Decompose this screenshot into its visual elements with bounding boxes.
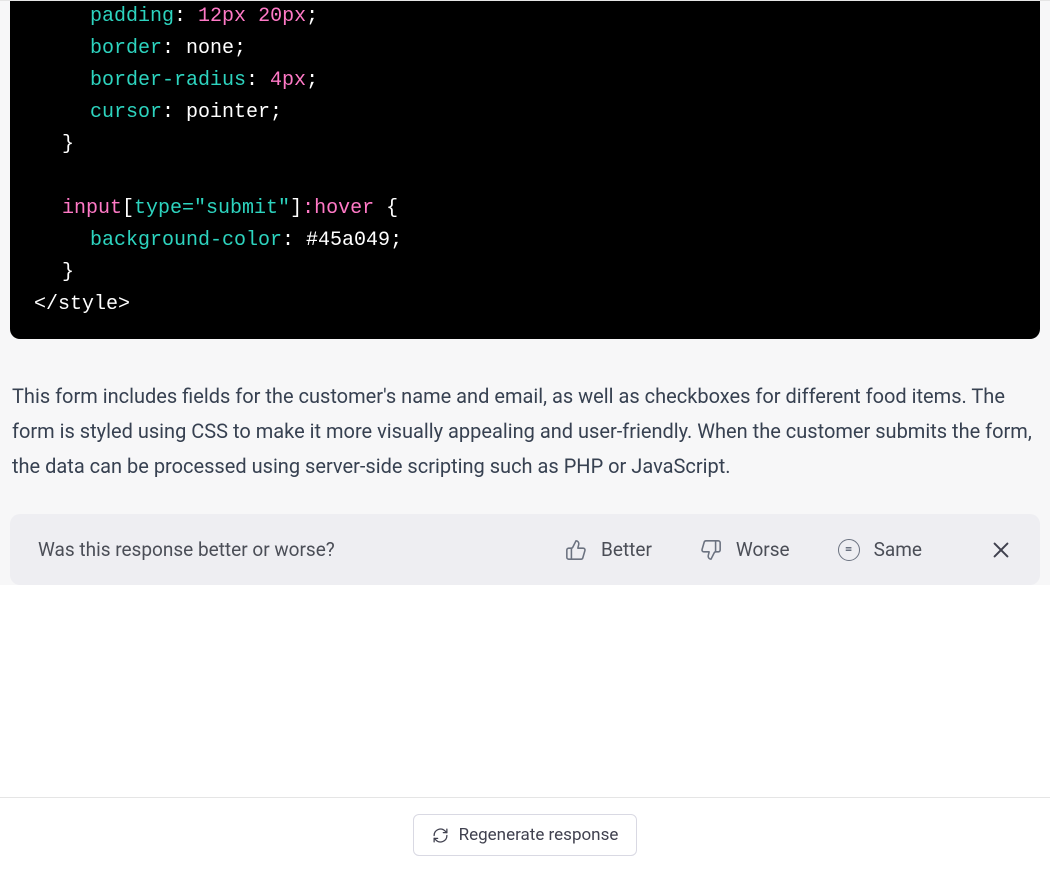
feedback-worse-label: Worse <box>736 538 790 561</box>
regenerate-button[interactable]: Regenerate response <box>413 814 638 856</box>
feedback-question: Was this response better or worse? <box>38 538 335 561</box>
feedback-close-button[interactable] <box>990 539 1012 561</box>
code-block[interactable]: padding: 12px 20px;border: none;border-r… <box>10 1 1040 339</box>
thumbs-up-icon <box>565 539 587 561</box>
regenerate-icon <box>432 827 449 844</box>
feedback-options: Better Worse = Same <box>565 538 1012 561</box>
feedback-better-label: Better <box>601 538 652 561</box>
regenerate-label: Regenerate response <box>459 825 619 845</box>
feedback-worse-button[interactable]: Worse <box>700 538 790 561</box>
bottom-bar: Regenerate response <box>0 797 1050 874</box>
thumbs-down-icon <box>700 539 722 561</box>
feedback-same-label: Same <box>874 538 922 561</box>
response-description: This form includes fields for the custom… <box>0 339 1050 514</box>
feedback-same-button[interactable]: = Same <box>838 538 922 561</box>
close-icon <box>990 539 1012 561</box>
response-area: padding: 12px 20px;border: none;border-r… <box>0 0 1050 585</box>
feedback-bar: Was this response better or worse? Bette… <box>10 514 1040 585</box>
equals-icon: = <box>838 539 860 561</box>
feedback-better-button[interactable]: Better <box>565 538 652 561</box>
